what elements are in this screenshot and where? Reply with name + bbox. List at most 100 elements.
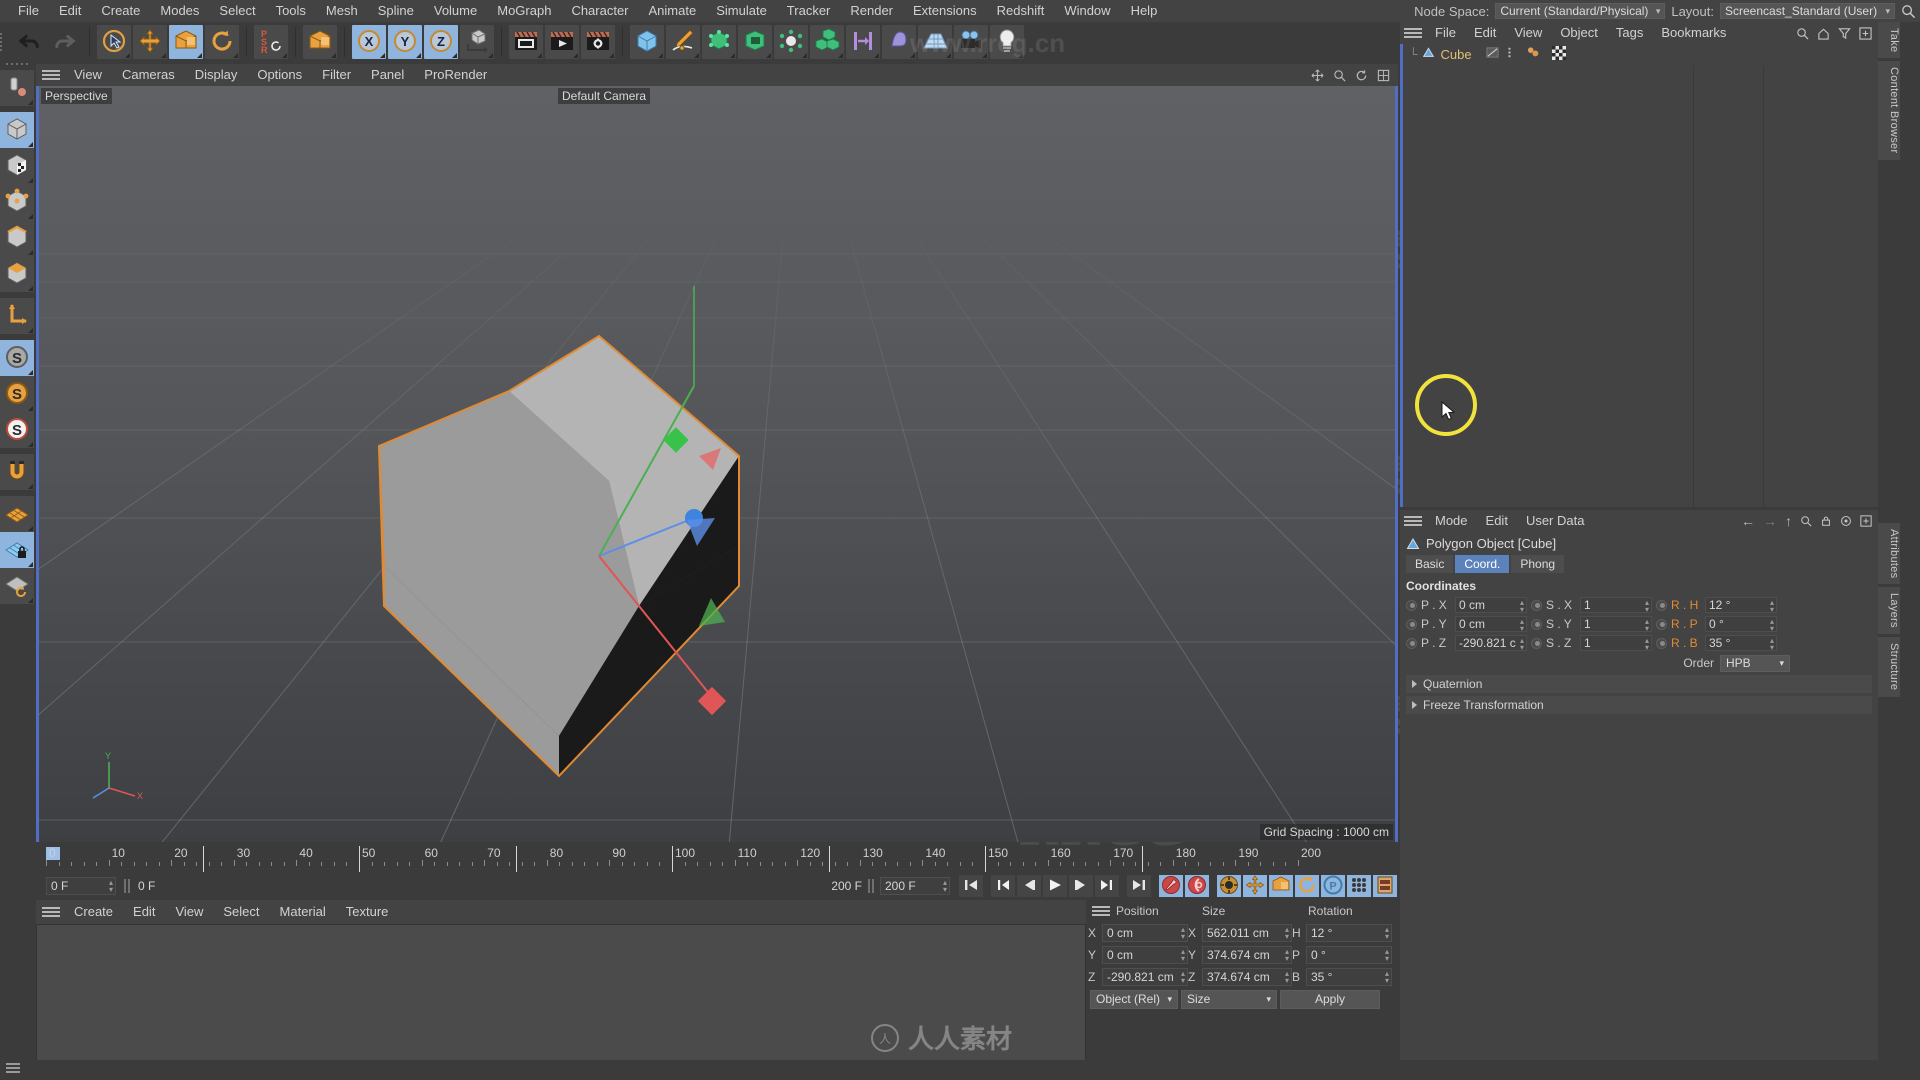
menu-item-simulate[interactable]: Simulate — [706, 0, 777, 22]
attributes-tab-phong[interactable]: Phong — [1511, 555, 1565, 573]
fold-freeze-transformation[interactable]: Freeze Transformation — [1406, 696, 1872, 714]
object-menu-item-tags[interactable]: Tags — [1607, 22, 1652, 44]
position-z-field[interactable]: -290.821 cm ▴ ▾ — [1102, 968, 1188, 986]
quantize-button[interactable]: S — [0, 412, 34, 448]
generator-button[interactable] — [702, 25, 736, 59]
side-tab-take[interactable]: Take — [1878, 22, 1900, 59]
fold-quaternion[interactable]: Quaternion — [1406, 675, 1872, 693]
spinner-icon[interactable]: ▴ ▾ — [1181, 970, 1185, 985]
point-mode-button[interactable] — [0, 184, 34, 220]
radio-button[interactable] — [1656, 637, 1667, 649]
material-menu-item-texture[interactable]: Texture — [336, 900, 399, 924]
uvw-tag-icon[interactable] — [1526, 46, 1541, 62]
record-keyframe-button[interactable] — [1159, 875, 1183, 897]
menu-item-select[interactable]: Select — [209, 0, 265, 22]
viewport-menu-item-prorender[interactable]: ProRender — [414, 64, 497, 86]
viewport-menu-item-view[interactable]: View — [64, 64, 112, 86]
attr-scale-z-field[interactable]: 1 ▴ ▾ — [1580, 635, 1652, 652]
rotate-view-icon[interactable] — [1355, 69, 1368, 82]
go-to-end-button[interactable] — [1127, 875, 1151, 897]
select-tool-button[interactable] — [97, 25, 131, 59]
psr-toggle-button[interactable]: PSR — [254, 25, 288, 59]
material-menu-item-create[interactable]: Create — [64, 900, 123, 924]
magnet-button[interactable] — [0, 454, 34, 490]
attr-scale-x-field[interactable]: 1 ▴ ▾ — [1580, 597, 1652, 614]
pla-key-button[interactable] — [1347, 875, 1371, 897]
attr-position-z-field[interactable]: -290.821 c ▴ ▾ — [1455, 635, 1527, 652]
go-to-start-button[interactable] — [959, 875, 983, 897]
edge-mode-button[interactable] — [0, 220, 34, 256]
menu-item-file[interactable]: File — [8, 0, 49, 22]
object-menu-hamburger-icon[interactable] — [1404, 28, 1422, 38]
phong-tag-icon[interactable] — [1486, 46, 1499, 62]
radio-button[interactable] — [1406, 599, 1417, 611]
rotate-tool-button[interactable] — [205, 25, 239, 59]
coordinate-menu-hamburger-icon[interactable] — [1092, 906, 1110, 916]
search-icon[interactable] — [1796, 27, 1809, 40]
scene-button[interactable] — [846, 25, 880, 59]
redo-button[interactable] — [48, 25, 82, 59]
cube-object[interactable] — [39, 86, 1395, 842]
go-to-previous-key-button[interactable] — [991, 875, 1015, 897]
autokeying-button[interactable] — [1185, 875, 1209, 897]
menu-item-volume[interactable]: Volume — [424, 0, 487, 22]
texture-tag-icon[interactable] — [1551, 45, 1566, 63]
menu-item-tools[interactable]: Tools — [266, 0, 316, 22]
array-button[interactable] — [810, 25, 844, 59]
menu-item-mesh[interactable]: Mesh — [316, 0, 368, 22]
spinner-icon[interactable]: ▴ ▾ — [943, 879, 947, 894]
menu-item-mograph[interactable]: MoGraph — [487, 0, 561, 22]
dots-tag-icon[interactable] — [1506, 46, 1513, 62]
object-menu-item-bookmarks[interactable]: Bookmarks — [1652, 22, 1735, 44]
material-menu-item-edit[interactable]: Edit — [123, 900, 165, 924]
rotation-p-field[interactable]: 0 ° ▴ ▾ — [1306, 946, 1392, 964]
viewport-camera-label[interactable]: Default Camera — [558, 88, 651, 104]
polygon-mode-button[interactable] — [0, 256, 34, 292]
lock-x-button[interactable]: X — [352, 25, 386, 59]
object-menu-item-object[interactable]: Object — [1551, 22, 1607, 44]
menu-item-spline[interactable]: Spline — [368, 0, 424, 22]
spinner-icon[interactable]: ▴ ▾ — [1520, 618, 1524, 633]
render-view-button[interactable] — [509, 25, 543, 59]
modeling-axis-button[interactable] — [303, 25, 337, 59]
layout-select[interactable]: Screencast_Standard (User) ▾ — [1720, 3, 1895, 19]
rotation-key-button[interactable] — [1295, 875, 1319, 897]
add-cube-button[interactable] — [630, 25, 664, 59]
filter-icon[interactable] — [1838, 27, 1851, 40]
workplane-snap-button[interactable]: S — [0, 376, 34, 412]
target-icon[interactable] — [1840, 515, 1852, 527]
side-tab-structure[interactable]: Structure — [1878, 637, 1900, 697]
spinner-icon[interactable]: ▴ ▾ — [1645, 618, 1649, 633]
spinner-icon[interactable]: ▴ ▾ — [109, 879, 113, 894]
size-z-field[interactable]: 374.674 cm ▴ ▾ — [1202, 968, 1292, 986]
toolbar-drag-handle[interactable] — [0, 25, 8, 59]
menu-item-animate[interactable]: Animate — [639, 0, 707, 22]
spinner-icon[interactable]: ▴ ▾ — [1770, 618, 1774, 633]
up-arrow-icon[interactable]: ↑ — [1785, 513, 1792, 529]
position-x-field[interactable]: 0 cm ▴ ▾ — [1102, 924, 1188, 942]
plus-icon[interactable] — [1859, 26, 1872, 40]
viewport-3d-canvas[interactable]: Y X Perspective Default Camera Grid Spac… — [36, 86, 1398, 842]
spinner-icon[interactable]: ▴ ▾ — [1520, 637, 1524, 652]
status-hamburger-icon[interactable] — [6, 1063, 20, 1077]
lock-icon[interactable] — [1820, 515, 1832, 527]
menu-item-tracker[interactable]: Tracker — [777, 0, 841, 22]
model-mode-button[interactable] — [0, 70, 34, 106]
attributes-menu-item-edit[interactable]: Edit — [1477, 510, 1517, 532]
attr-position-x-field[interactable]: 0 cm ▴ ▾ — [1455, 597, 1527, 614]
node-space-select[interactable]: Current (Standard/Physical) ▾ — [1495, 3, 1666, 19]
menu-item-render[interactable]: Render — [840, 0, 903, 22]
radio-button[interactable] — [1406, 618, 1417, 630]
viewport-menu-item-display[interactable]: Display — [185, 64, 248, 86]
radio-button[interactable] — [1531, 599, 1542, 611]
menu-item-character[interactable]: Character — [561, 0, 638, 22]
menu-item-help[interactable]: Help — [1121, 0, 1168, 22]
material-menu-item-material[interactable]: Material — [270, 900, 336, 924]
home-icon[interactable] — [1817, 27, 1830, 40]
viewport-menu-item-filter[interactable]: Filter — [312, 64, 361, 86]
object-menu-item-file[interactable]: File — [1426, 22, 1465, 44]
side-tab-layers[interactable]: Layers — [1878, 587, 1900, 635]
play-button[interactable] — [1043, 875, 1067, 897]
zoom-view-icon[interactable] — [1333, 69, 1346, 82]
min-frame-field[interactable]: 0 F ▴ ▾ — [46, 877, 116, 895]
